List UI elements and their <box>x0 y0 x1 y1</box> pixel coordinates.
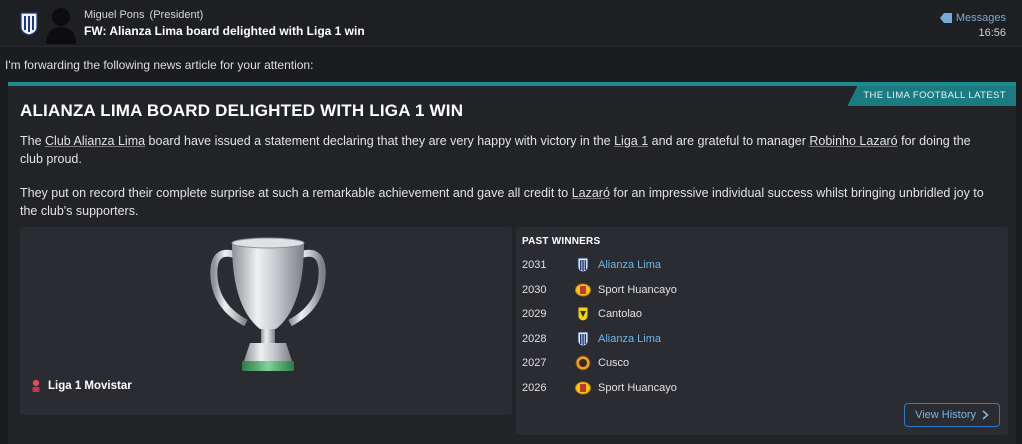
winner-year: 2031 <box>522 259 547 271</box>
winner-year: 2030 <box>522 284 547 296</box>
winner-club[interactable]: Sport Huancayo <box>598 382 677 394</box>
view-history-button[interactable]: View History <box>904 403 1000 427</box>
article-title: ALIANZA LIMA BOARD DELIGHTED WITH LIGA 1… <box>20 101 464 120</box>
cusco-crest-icon <box>574 354 592 372</box>
winner-year: 2028 <box>522 333 547 345</box>
sender-avatar[interactable] <box>44 4 78 44</box>
winner-club[interactable]: Alianza Lima <box>598 259 661 271</box>
message-header: Miguel Pons (President) FW: Alianza Lima … <box>0 0 1022 47</box>
competition-link[interactable]: Liga 1 <box>614 134 648 148</box>
messages-label: Messages <box>955 12 1006 24</box>
winner-row: 2028 Alianza Lima <box>522 329 661 349</box>
winner-club[interactable]: Alianza Lima <box>598 333 661 345</box>
view-history-label: View History <box>915 409 976 421</box>
past-winners-title: PAST WINNERS <box>522 236 601 247</box>
liga1-logo-icon <box>32 379 40 392</box>
winner-row: 2027 Cusco <box>522 353 629 373</box>
winner-row: 2030 Sport Huancayo <box>522 280 677 300</box>
text: They put on record their complete surpri… <box>20 186 572 200</box>
competition-label[interactable]: Liga 1 Movistar <box>30 379 132 393</box>
cantolao-crest-icon <box>574 305 592 323</box>
text: The <box>20 134 46 148</box>
manager-link[interactable]: Lazaró <box>572 186 610 200</box>
message-subject: FW: Alianza Lima board delighted with Li… <box>84 24 365 38</box>
messages-link[interactable]: Messages <box>939 12 1006 24</box>
winner-row: 2026 Sport Huancayo <box>522 378 677 398</box>
alianza-crest-icon <box>574 256 592 274</box>
text: board have issued a statement declaring … <box>145 134 615 148</box>
text: and are grateful to manager <box>648 134 810 148</box>
article-paragraph-2: They put on record their complete surpri… <box>20 184 995 220</box>
message-time: 16:56 <box>978 27 1006 39</box>
winner-club[interactable]: Sport Huancayo <box>598 284 677 296</box>
past-winners-panel: PAST WINNERS 2031 Alianza Lima 2030 Spor… <box>516 227 1008 435</box>
sender-name[interactable]: Miguel Pons <box>84 9 145 21</box>
alianza-lima-crest-icon <box>20 12 38 36</box>
manager-link[interactable]: Robinho Lazaró <box>809 134 897 148</box>
back-tag-icon <box>939 13 952 23</box>
winner-year: 2029 <box>522 308 547 320</box>
trophy-panel: Liga 1 Movistar <box>20 227 512 415</box>
competition-name: Liga 1 Movistar <box>48 380 132 392</box>
winner-year: 2026 <box>522 382 547 394</box>
article-paragraph-1: The Club Alianza Lima board have issued … <box>20 132 995 168</box>
huancayo-crest-icon <box>574 281 592 299</box>
trophy-image <box>210 237 326 371</box>
winner-club[interactable]: Cusco <box>598 357 629 369</box>
news-article: THE LIMA FOOTBALL LATEST ALIANZA LIMA BO… <box>8 82 1016 444</box>
winner-row: 2031 Alianza Lima <box>522 255 661 275</box>
chevron-right-icon <box>982 410 989 420</box>
sender-role: (President) <box>149 9 204 21</box>
winner-club[interactable]: Cantolao <box>598 308 642 320</box>
news-source-tag: THE LIMA FOOTBALL LATEST <box>847 86 1016 106</box>
winner-row: 2029 Cantolao <box>522 304 642 324</box>
sender-line: Miguel Pons (President) <box>84 9 203 21</box>
forward-intro: I'm forwarding the following news articl… <box>5 58 314 72</box>
alianza-crest-icon <box>574 330 592 348</box>
club-link[interactable]: Club Alianza Lima <box>45 134 145 148</box>
winner-year: 2027 <box>522 357 547 369</box>
huancayo-crest-icon <box>574 379 592 397</box>
